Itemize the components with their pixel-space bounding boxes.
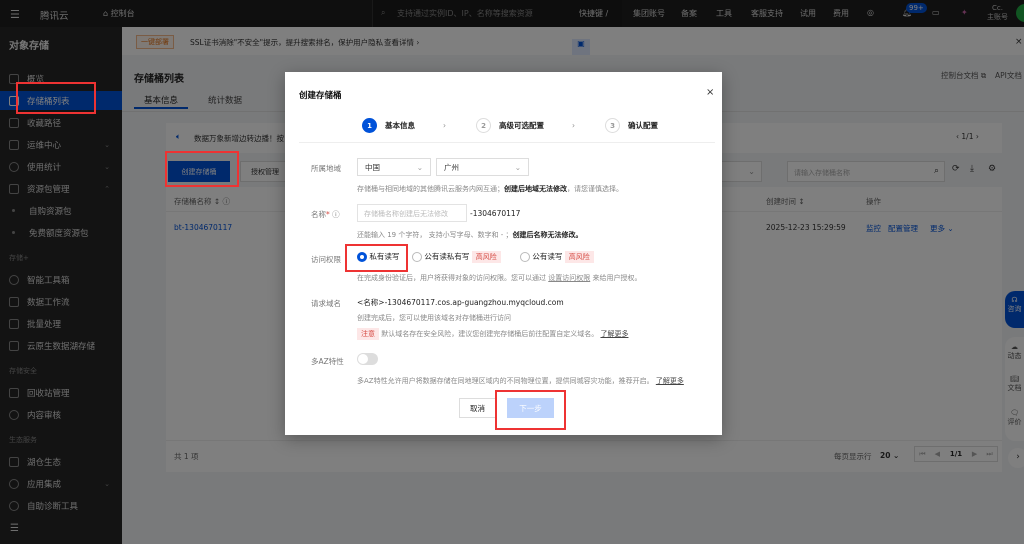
highlight-box — [16, 82, 96, 114]
access-help: 在完成身份验证后，用户将获得对象的访问权限。您可以通过 设置访问权限 来给用户授… — [357, 273, 641, 283]
name-label-text: 名称 — [311, 210, 326, 219]
name-help: 还能输入 19 个字符， 支持小写字母、数字和 - ；创建后名称无法修改。 — [357, 230, 583, 240]
step-1-number: 1 — [362, 118, 377, 133]
multi-az-help-text: 多AZ特性允许用户将数据存储在同地理区域内的不同物理位置，提供同城容灾功能，推荐… — [357, 377, 654, 385]
name-label: 名称* ⓘ — [311, 210, 340, 219]
region-help: 存储桶与相同地域的其他腾讯云服务内网互通；创建后地域无法修改，请您谨慎选择。 — [357, 184, 623, 194]
region-help-text: 存储桶与相同地域的其他腾讯云服务内网互通； — [357, 185, 504, 193]
domain-label: 请求域名 — [311, 299, 341, 308]
bucket-name-suffix: -1304670117 — [470, 209, 521, 218]
bucket-name-placeholder: 存储桶名称创建后无法修改 — [364, 210, 448, 218]
region-label: 所属地域 — [311, 164, 341, 173]
region-country-select[interactable]: 中国 ⌄ — [357, 158, 431, 176]
high-risk-tag: 高风险 — [471, 251, 501, 263]
stepper: 1 基本信息 › 2 高级可选配置 › 3 确认配置 — [362, 118, 658, 133]
highlight-box — [165, 151, 239, 187]
name-help-text: 还能输入 19 个字符， 支持小写字母、数字和 - ； — [357, 231, 513, 239]
bucket-name-input[interactable]: 存储桶名称创建后无法修改 — [357, 204, 467, 222]
access-help-tail: 来给用户授权。 — [592, 274, 642, 282]
highlight-box — [345, 244, 408, 272]
region-city-select[interactable]: 广州 ⌄ — [436, 158, 529, 176]
multi-az-help: 多AZ特性允许用户将数据存储在同地理区域内的不同物理位置，提供同城容灾功能，推荐… — [357, 376, 684, 386]
set-access-link[interactable]: 设置访问权限 — [548, 274, 590, 282]
step-3-label: 确认配置 — [628, 121, 658, 130]
region-city-value: 广州 — [444, 162, 459, 172]
access-radio-public-read[interactable]: 公有读私有写 高风险 — [412, 251, 501, 263]
access-option-label: 公有读私有写 — [424, 252, 470, 261]
step-1-label: 基本信息 — [385, 121, 415, 130]
region-help-bold: 创建后地域无法修改 — [504, 185, 567, 193]
radio-icon — [520, 252, 530, 262]
region-country-value: 中国 — [365, 162, 380, 172]
chevron-right-icon: › — [443, 121, 446, 130]
notice-text: 默认域名存在安全风险，建议您创建完存储桶后前往配置自定义域名。 — [381, 330, 599, 338]
chevron-right-icon: › — [572, 121, 575, 130]
notice-tag: 注意 — [357, 328, 379, 340]
close-icon[interactable]: × — [706, 87, 714, 98]
info-icon[interactable]: ⓘ — [332, 210, 340, 219]
step-3-number: 3 — [605, 118, 620, 133]
stepper-divider — [299, 142, 715, 143]
cancel-button[interactable]: 取消 — [459, 398, 496, 418]
access-option-label: 公有读写 — [532, 252, 563, 261]
highlight-box — [495, 390, 566, 430]
chevron-down-icon: ⌄ — [514, 162, 521, 172]
chevron-down-icon: ⌄ — [416, 162, 423, 172]
radio-icon — [412, 252, 422, 262]
name-help-bold: 创建后名称无法修改。 — [512, 231, 583, 239]
multi-az-toggle[interactable] — [357, 353, 378, 365]
toggle-knob — [358, 354, 368, 364]
high-risk-tag: 高风险 — [564, 251, 594, 263]
access-label: 访问权限 — [311, 255, 341, 264]
request-domain: <名称>-1304670117.cos.ap-guangzhou.myqclou… — [357, 298, 564, 307]
dialog-title: 创建存储桶 — [299, 91, 342, 101]
domain-help: 创建完成后，您可以使用该域名对存储桶进行访问 — [357, 314, 511, 322]
access-radio-public-read-write[interactable]: 公有读写 高风险 — [520, 251, 594, 263]
region-help-tail: ，请您谨慎选择。 — [567, 185, 623, 193]
step-2-label: 高级可选配置 — [499, 121, 544, 130]
multi-az-label: 多AZ特性 — [311, 357, 344, 366]
learn-more-link[interactable]: 了解更多 — [656, 377, 684, 385]
step-2-number: 2 — [476, 118, 491, 133]
domain-notice: 注意 默认域名存在安全风险，建议您创建完存储桶后前往配置自定义域名。 了解更多 — [357, 328, 628, 340]
access-help-text: 在完成身份验证后，用户将获得对象的访问权限。您可以通过 — [357, 274, 546, 282]
learn-more-link[interactable]: 了解更多 — [600, 330, 628, 338]
